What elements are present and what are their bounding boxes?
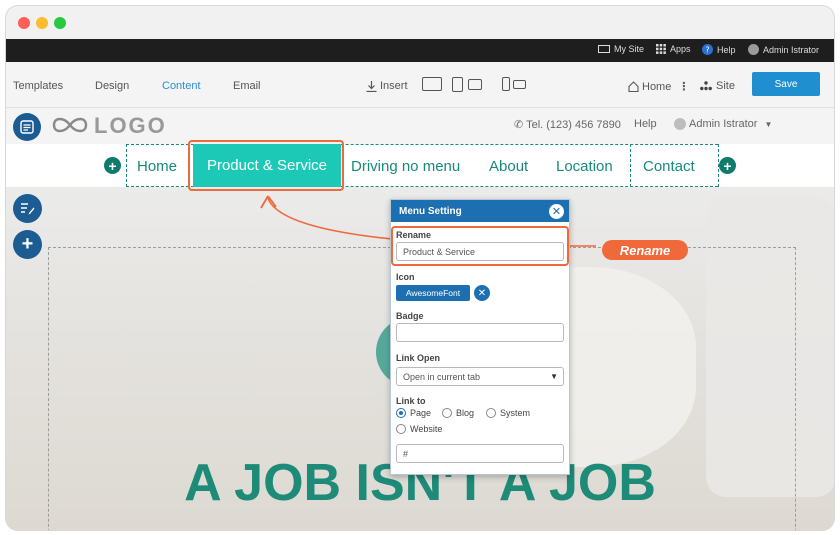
rename-annotation-tag: Rename [602,240,688,260]
radio-website-icon [396,424,406,434]
badge-input[interactable] [396,323,564,342]
radio-blog[interactable]: Blog [442,408,474,418]
chevron-down-icon: ▼ [550,372,558,381]
radio-system[interactable]: System [486,408,530,418]
radio-page-label: Page [410,408,432,418]
dialog-close-icon[interactable]: ✕ [549,204,564,219]
dialog-title: Menu Setting [391,200,569,222]
radio-website-label: Website [410,424,443,434]
radio-page[interactable]: Page [396,408,431,418]
link-to-label: Link to [396,396,426,406]
awesomefont-button[interactable]: AwesomeFont [396,285,470,301]
radio-system-label: System [500,408,531,418]
link-open-select[interactable]: Open in current tab ▼ [396,367,564,386]
radio-system-icon [486,408,496,418]
radio-page-selected-icon [396,408,406,418]
app-window: My Site Apps ? Help Admin Istrator Templ… [6,6,834,530]
link-open-label: Link Open [396,353,441,363]
remove-icon-button[interactable]: ✕ [474,285,490,301]
link-url-input[interactable]: # [396,444,564,463]
icon-label: Icon [396,272,415,282]
radio-blog-label: Blog [456,408,475,418]
menu-setting-dialog: Menu Setting ✕ Rename Product & Service … [390,199,570,475]
link-open-value: Open in current tab [403,372,481,382]
rename-label: Rename [396,230,432,240]
radio-website[interactable]: Website [396,424,442,434]
rename-input[interactable]: Product & Service [396,242,564,261]
badge-label: Badge [396,311,424,321]
radio-blog-icon [442,408,452,418]
